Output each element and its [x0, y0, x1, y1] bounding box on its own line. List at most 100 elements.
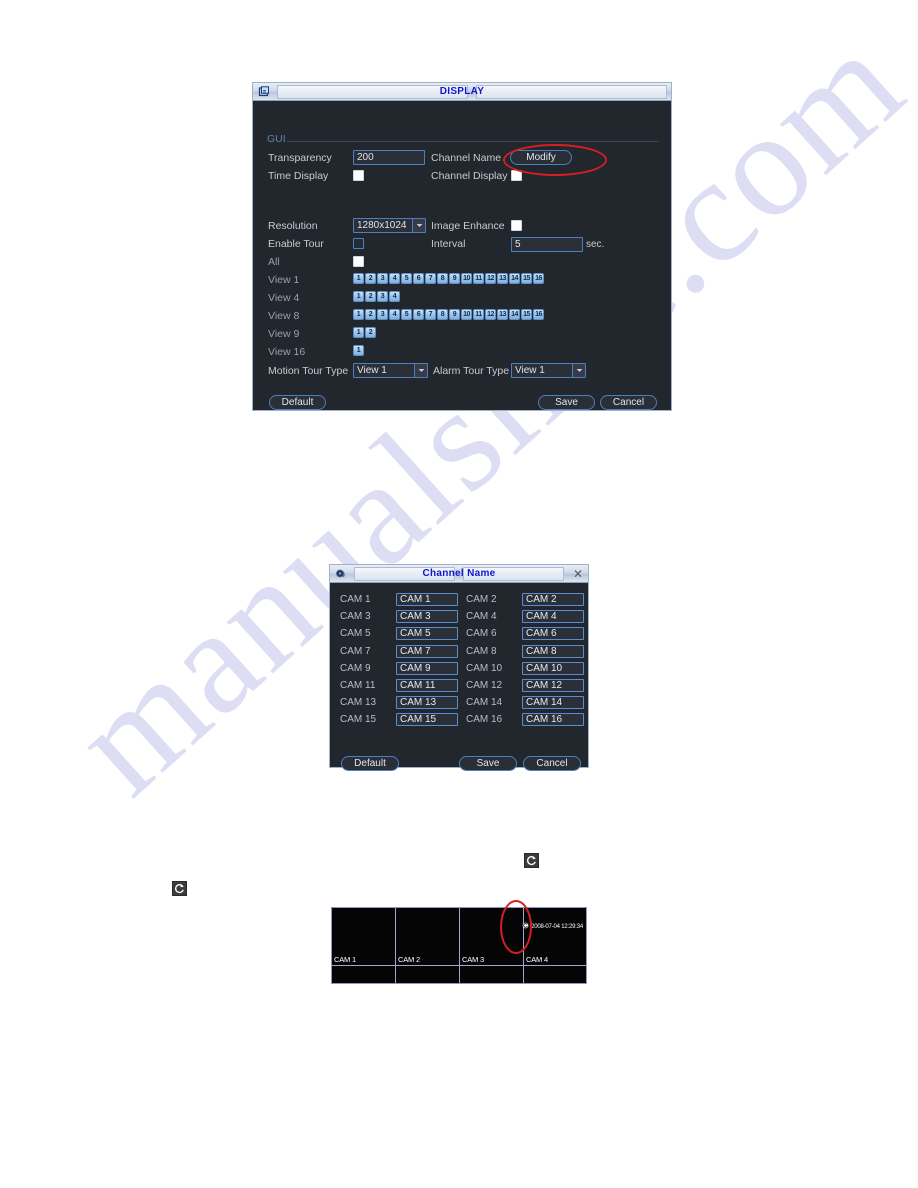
channel-badge[interactable]: 3: [377, 291, 388, 302]
channel-badge[interactable]: 16: [533, 309, 544, 320]
chevron-down-icon[interactable]: [572, 364, 585, 377]
channel-display-label: Channel Display: [431, 170, 508, 182]
gui-group-label: GUI: [267, 133, 286, 145]
preview-osd-timestamp: 2008-07-04 12:29:34: [531, 923, 583, 930]
view-row-channel-badges: 12: [353, 327, 376, 338]
interval-input[interactable]: 5: [511, 237, 583, 252]
enable-tour-checkbox[interactable]: [353, 238, 364, 249]
channel-name-cancel-button[interactable]: Cancel: [523, 756, 581, 771]
display-cancel-button[interactable]: Cancel: [600, 395, 657, 410]
channel-badge[interactable]: 2: [365, 309, 376, 320]
transparency-input[interactable]: 200: [353, 150, 425, 165]
channel-name-save-button[interactable]: Save: [459, 756, 517, 771]
channel-display-checkbox[interactable]: [511, 170, 522, 181]
channel-badge[interactable]: 4: [389, 291, 400, 302]
channel-name-input[interactable]: CAM 9: [396, 661, 458, 675]
channel-name-input[interactable]: CAM 13: [396, 696, 458, 710]
channel-name-grid: CAM 1 CAM 1 CAM 2 CAM 2 CAM 3 CAM 3 CAM 4 CAM 4…: [338, 591, 584, 729]
channel-badge[interactable]: 6: [413, 309, 424, 320]
chevron-down-icon[interactable]: [414, 364, 427, 377]
channel-badge[interactable]: 11: [473, 273, 484, 284]
channel-badge[interactable]: 2: [365, 291, 376, 302]
channel-badge[interactable]: 3: [377, 309, 388, 320]
channel-name-input[interactable]: CAM 8: [522, 644, 584, 658]
channel-name-input[interactable]: CAM 7: [396, 644, 458, 658]
channel-badge[interactable]: 13: [497, 309, 508, 320]
channel-name-static-label: CAM 9: [340, 662, 371, 674]
channel-badge[interactable]: 11: [473, 309, 484, 320]
preview-divider: [395, 908, 396, 983]
chevron-down-icon[interactable]: [412, 219, 425, 232]
channel-badge[interactable]: 7: [425, 273, 436, 284]
tour-rotate-icon: [522, 922, 529, 931]
display-save-button[interactable]: Save: [538, 395, 595, 410]
channel-name-input[interactable]: CAM 6: [522, 627, 584, 641]
channel-badge[interactable]: 13: [497, 273, 508, 284]
channel-badge[interactable]: 14: [509, 273, 520, 284]
channel-name-input[interactable]: CAM 11: [396, 679, 458, 693]
channel-name-static-label: CAM 16: [466, 714, 503, 726]
channel-name-input[interactable]: CAM 5: [396, 627, 458, 641]
channel-name-input[interactable]: CAM 2: [522, 593, 584, 607]
channel-badge[interactable]: 15: [521, 273, 532, 284]
image-enhance-checkbox[interactable]: [511, 220, 522, 231]
all-checkbox[interactable]: [353, 256, 364, 267]
gui-group-rule: [287, 141, 659, 142]
channel-badge[interactable]: 5: [401, 309, 412, 320]
tour-rotate-icon: [172, 881, 187, 896]
channel-badge[interactable]: 2: [365, 327, 376, 338]
motion-tour-type-select[interactable]: View 1: [353, 363, 428, 378]
channel-badge[interactable]: 16: [533, 273, 544, 284]
enable-tour-label: Enable Tour: [268, 238, 324, 250]
channel-name-input[interactable]: CAM 4: [522, 610, 584, 624]
resolution-value: 1280x1024: [357, 219, 407, 231]
motion-tour-type-label: Motion Tour Type: [268, 365, 349, 377]
channel-name-window-title: Channel Name: [422, 568, 496, 579]
channel-name-default-button[interactable]: Default: [341, 756, 399, 771]
channel-badge[interactable]: 4: [389, 309, 400, 320]
channel-badge[interactable]: 7: [425, 309, 436, 320]
channel-badge[interactable]: 8: [437, 309, 448, 320]
resolution-select[interactable]: 1280x1024: [353, 218, 426, 233]
channel-badge[interactable]: 6: [413, 273, 424, 284]
channel-name-input[interactable]: CAM 10: [522, 661, 584, 675]
channel-name-input[interactable]: CAM 3: [396, 610, 458, 624]
preview-cam-label: CAM 2: [398, 955, 420, 964]
channel-name-input[interactable]: CAM 12: [522, 679, 584, 693]
channel-badge[interactable]: 8: [437, 273, 448, 284]
channel-badge[interactable]: 2: [365, 273, 376, 284]
channel-badge[interactable]: 4: [389, 273, 400, 284]
time-display-label: Time Display: [268, 170, 329, 182]
channel-name-static-label: CAM 11: [340, 680, 376, 692]
channel-badge[interactable]: 1: [353, 291, 364, 302]
channel-badge[interactable]: 5: [401, 273, 412, 284]
channel-name-input[interactable]: CAM 16: [522, 713, 584, 727]
channel-badge[interactable]: 12: [485, 273, 496, 284]
time-display-checkbox[interactable]: [353, 170, 364, 181]
display-settings-window: DISPLAY GUI Transparency 200 Channel Nam…: [252, 82, 672, 411]
channel-name-input[interactable]: CAM 15: [396, 713, 458, 727]
preview-cam-label: CAM 3: [462, 955, 484, 964]
channel-name-input[interactable]: CAM 14: [522, 696, 584, 710]
channel-badge[interactable]: 1: [353, 327, 364, 338]
view-row-channel-badges: 1234: [353, 291, 400, 302]
channel-badge[interactable]: 9: [449, 273, 460, 284]
channel-badge[interactable]: 14: [509, 309, 520, 320]
channel-name-input[interactable]: CAM 1: [396, 593, 458, 607]
channel-badge[interactable]: 1: [353, 345, 364, 356]
channel-badge[interactable]: 1: [353, 273, 364, 284]
view-row-channel-badges: 1 2 3 4 5 6 7 8 9 10 11 12 13 14 15 16: [353, 309, 544, 320]
channel-badge[interactable]: 10: [461, 273, 472, 284]
channel-name-static-label: CAM 6: [466, 628, 497, 640]
channel-name-static-label: CAM 7: [340, 645, 371, 657]
modify-button[interactable]: Modify: [510, 150, 572, 165]
channel-badge[interactable]: 3: [377, 273, 388, 284]
display-default-button[interactable]: Default: [269, 395, 326, 410]
channel-badge[interactable]: 9: [449, 309, 460, 320]
channel-badge[interactable]: 1: [353, 309, 364, 320]
channel-badge[interactable]: 12: [485, 309, 496, 320]
view-row-channel-badges: 1 2 3 4 5 6 7 8 9 10 11 12 13 14 15 16: [353, 273, 544, 284]
channel-badge[interactable]: 10: [461, 309, 472, 320]
channel-badge[interactable]: 15: [521, 309, 532, 320]
alarm-tour-type-select[interactable]: View 1: [511, 363, 586, 378]
